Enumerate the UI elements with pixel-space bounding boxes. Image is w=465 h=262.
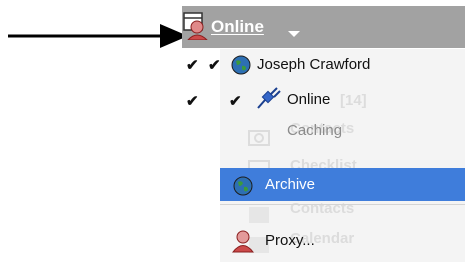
menu-item-joseph-crawford[interactable]: Joseph Crawford [257,56,370,73]
ghost-contacts-icon [248,206,270,224]
globe-icon [233,176,253,196]
menu-item-caching: Caching [287,122,343,139]
check-icon: ✔ [186,93,199,110]
ghost-item-contacts-2: Contacts [290,200,355,217]
globe-icon [231,55,251,75]
calendar-user-icon [182,10,210,40]
check-icon: ✔ [208,57,221,74]
header-title[interactable]: Online [211,17,264,37]
chevron-down-icon[interactable] [288,30,300,38]
ghost-badge: [14] [340,92,367,109]
menu-item-online[interactable]: Online [287,91,330,108]
menu-item-proxy[interactable]: Proxy... [265,232,315,249]
menu-item-archive[interactable]: Archive [265,176,315,193]
check-icon: ✔ [186,57,199,74]
user-icon [232,229,254,253]
menu-item-archive-highlight[interactable] [220,168,465,201]
annotation-arrow [8,24,188,48]
check-icon: ✔ [229,93,242,110]
menu-separator [220,204,465,205]
ghost-camera-icon [248,128,270,146]
plug-icon [255,86,281,110]
